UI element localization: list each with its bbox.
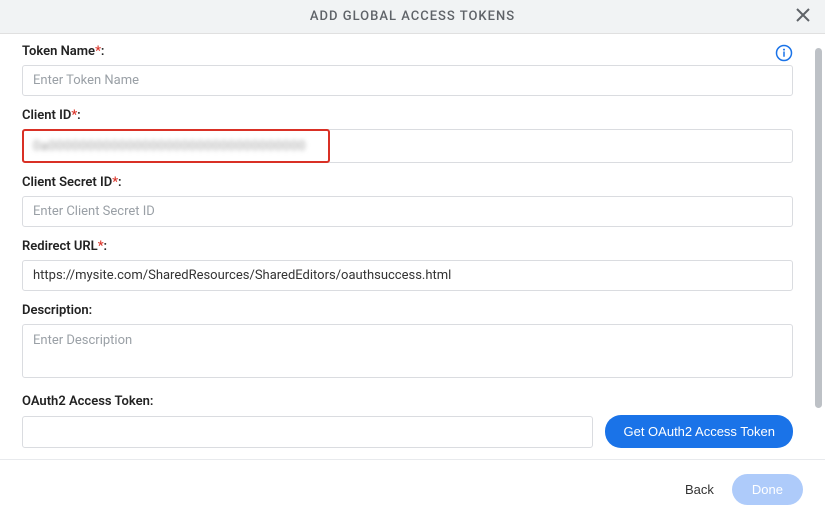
- client-id-label: Client ID*:: [22, 108, 793, 123]
- redirect-url-label: Redirect URL*:: [22, 239, 793, 254]
- info-icon[interactable]: [775, 44, 793, 66]
- token-name-group: Token Name*:: [22, 44, 793, 96]
- dialog-body: Token Name*: Client ID*: 0a0000000000000…: [0, 34, 815, 454]
- redirect-url-group: Redirect URL*:: [22, 239, 793, 291]
- dialog-footer: Back Done: [0, 459, 825, 519]
- client-secret-label: Client Secret ID*:: [22, 175, 793, 190]
- client-id-input[interactable]: 0a000000000000000000000000000000000: [22, 129, 793, 163]
- description-label: Description:: [22, 303, 793, 318]
- get-oauth-token-button[interactable]: Get OAuth2 Access Token: [605, 415, 793, 448]
- dialog-header: ADD GLOBAL ACCESS TOKENS: [0, 0, 825, 34]
- oauth-token-input[interactable]: [22, 416, 593, 448]
- token-name-label: Token Name*:: [22, 44, 793, 59]
- oauth-token-label: OAuth2 Access Token:: [22, 394, 793, 409]
- description-group: Description:: [22, 303, 793, 382]
- redirect-url-input[interactable]: [22, 260, 793, 291]
- oauth-token-group: OAuth2 Access Token: Get OAuth2 Access T…: [22, 394, 793, 448]
- scrollbar[interactable]: [815, 48, 822, 408]
- client-id-group: Client ID*: 0a00000000000000000000000000…: [22, 108, 793, 163]
- close-icon[interactable]: [795, 7, 811, 27]
- back-button[interactable]: Back: [685, 482, 714, 497]
- token-name-input[interactable]: [22, 65, 793, 96]
- client-id-redacted: 0a000000000000000000000000000000000: [23, 139, 316, 154]
- description-input[interactable]: [22, 324, 793, 378]
- client-secret-input[interactable]: [22, 196, 793, 227]
- dialog-title: ADD GLOBAL ACCESS TOKENS: [310, 9, 515, 24]
- client-secret-group: Client Secret ID*:: [22, 175, 793, 227]
- done-button[interactable]: Done: [732, 474, 803, 505]
